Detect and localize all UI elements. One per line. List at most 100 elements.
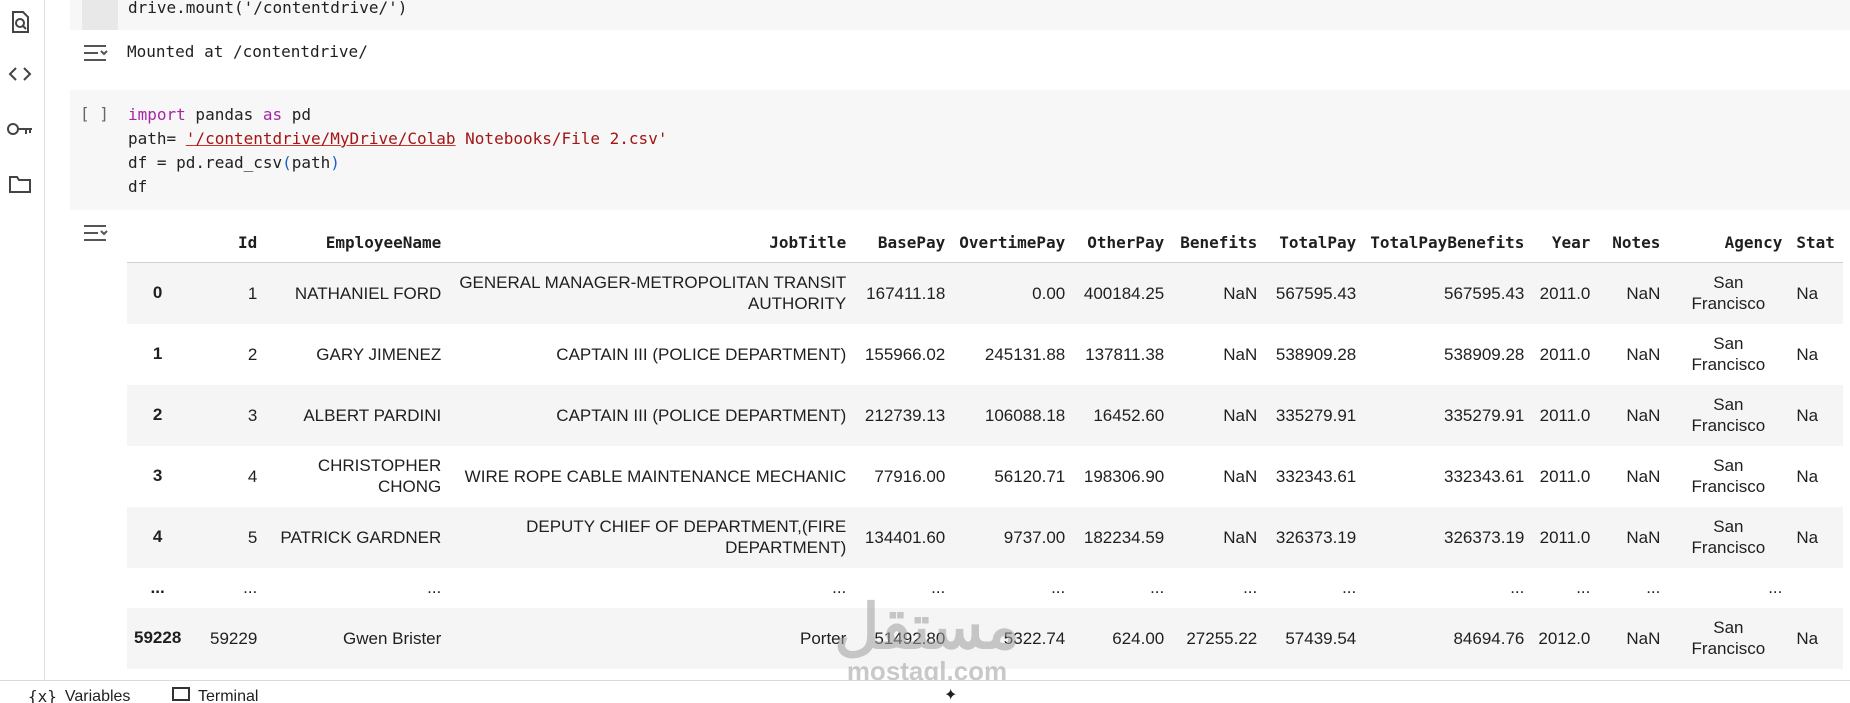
table-cell: San Francisco — [1667, 507, 1789, 568]
table-cell: ... — [1072, 568, 1171, 608]
code-line-4[interactable]: df — [128, 175, 147, 199]
table-cell: 567595.43 — [1264, 263, 1363, 324]
row-index: 1 — [127, 324, 188, 385]
column-header-otherpay: OtherPay — [1072, 222, 1171, 263]
code-line-1[interactable]: import pandas as pd — [128, 103, 311, 127]
table-cell: NaN — [1597, 507, 1667, 568]
table-cell: ... — [1597, 568, 1667, 608]
table-cell: 326373.19 — [1264, 507, 1363, 568]
variables-icon: {x} — [28, 687, 57, 703]
table-row: 12GARY JIMENEZCAPTAIN III (POLICE DEPART… — [127, 324, 1843, 385]
table-cell: GENERAL MANAGER-METROPOLITAN TRANSIT AUT… — [448, 263, 853, 324]
table-cell: GARY JIMENEZ — [264, 324, 448, 385]
table-cell: 77916.00 — [853, 446, 952, 507]
folder-icon[interactable] — [4, 168, 36, 200]
table-cell: 198306.90 — [1072, 446, 1171, 507]
row-index: ... — [127, 568, 188, 608]
table-cell: 2012.0 — [1531, 608, 1597, 669]
table-row: 45PATRICK GARDNERDEPUTY CHIEF OF DEPARTM… — [127, 507, 1843, 568]
row-index: 0 — [127, 263, 188, 324]
table-cell: 59229 — [188, 608, 264, 669]
table-cell: CAPTAIN III (POLICE DEPARTMENT) — [448, 385, 853, 446]
table-cell: 5 — [188, 507, 264, 568]
table-cell: 212739.13 — [853, 385, 952, 446]
bottom-status-bar: {x} Variables Terminal ✦ — [0, 680, 1850, 703]
code-line[interactable]: drive.mount('/contentdrive/') — [128, 0, 407, 20]
search-document-icon[interactable] — [4, 6, 36, 38]
table-cell: ... — [1363, 568, 1531, 608]
sparkle-icon[interactable]: ✦ — [944, 685, 957, 703]
table-row: 23ALBERT PARDINICAPTAIN III (POLICE DEPA… — [127, 385, 1843, 446]
table-cell: NaN — [1171, 446, 1264, 507]
row-index: 2 — [127, 385, 188, 446]
table-cell: 182234.59 — [1072, 507, 1171, 568]
table-cell: 134401.60 — [853, 507, 952, 568]
table-cell: Na — [1789, 385, 1843, 446]
table-row: 5922859229Gwen BristerPorter51492.805322… — [127, 608, 1843, 669]
table-ellipsis-row: ....................................... — [127, 568, 1843, 608]
table-cell: Porter — [448, 608, 853, 669]
left-sidebar — [0, 0, 45, 680]
table-cell: PATRICK GARDNER — [264, 507, 448, 568]
terminal-icon — [172, 687, 190, 703]
table-cell: NaN — [1171, 324, 1264, 385]
table-row: 34CHRISTOPHER CHONGWIRE ROPE CABLE MAINT… — [127, 446, 1843, 507]
table-row: 01NATHANIEL FORDGENERAL MANAGER-METROPOL… — [127, 263, 1843, 324]
table-cell: 335279.91 — [1264, 385, 1363, 446]
table-cell — [1789, 568, 1843, 608]
table-cell: 56120.71 — [952, 446, 1072, 507]
table-cell: 400184.25 — [1072, 263, 1171, 324]
table-cell: ... — [188, 568, 264, 608]
table-cell: WIRE ROPE CABLE MAINTENANCE MECHANIC — [448, 446, 853, 507]
code-line-2[interactable]: path= '/contentdrive/MyDrive/Colab Noteb… — [128, 127, 667, 151]
column-header-basepay: BasePay — [853, 222, 952, 263]
table-cell: NaN — [1597, 324, 1667, 385]
code-icon[interactable] — [4, 58, 36, 90]
terminal-label: Terminal — [198, 688, 258, 703]
column-header-totalpay: TotalPay — [1264, 222, 1363, 263]
column-header-employeename: EmployeeName — [264, 222, 448, 263]
table-cell: ... — [1264, 568, 1363, 608]
column-header-id: Id — [188, 222, 264, 263]
terminal-tab[interactable]: Terminal — [172, 687, 258, 703]
variables-label: Variables — [65, 688, 131, 703]
table-cell: San Francisco — [1667, 385, 1789, 446]
column-header-totalpaybenefits: TotalPayBenefits — [1363, 222, 1531, 263]
table-cell: NaN — [1597, 446, 1667, 507]
table-cell: 9737.00 — [952, 507, 1072, 568]
output-toggle-icon[interactable] — [82, 42, 110, 64]
column-header-notes: Notes — [1597, 222, 1667, 263]
run-cell-button[interactable]: [ ] — [80, 104, 109, 123]
table-cell: Na — [1789, 446, 1843, 507]
table-cell: 332343.61 — [1264, 446, 1363, 507]
code-cell-pandas[interactable]: [ ] import pandas as pd path= '/contentd… — [70, 90, 1850, 210]
table-cell: Na — [1789, 507, 1843, 568]
table-cell: 5322.74 — [952, 608, 1072, 669]
table-cell: Na — [1789, 324, 1843, 385]
table-cell: ... — [264, 568, 448, 608]
row-index: 4 — [127, 507, 188, 568]
index-header — [127, 222, 188, 263]
code-cell-mount[interactable]: drive.mount('/contentdrive/') — [70, 0, 1850, 30]
table-cell: NaN — [1597, 385, 1667, 446]
table-cell: ... — [952, 568, 1072, 608]
column-header-jobtitle: JobTitle — [448, 222, 853, 263]
table-cell: NaN — [1597, 608, 1667, 669]
table-cell: 84694.76 — [1363, 608, 1531, 669]
table-cell: CAPTAIN III (POLICE DEPARTMENT) — [448, 324, 853, 385]
table-cell: NaN — [1171, 263, 1264, 324]
table-cell: 3 — [188, 385, 264, 446]
table-header-row: Id EmployeeName JobTitle BasePay Overtim… — [127, 222, 1843, 263]
code-line-3[interactable]: df = pd.read_csv(path) — [128, 151, 340, 175]
table-cell: 2011.0 — [1531, 446, 1597, 507]
output-toggle-icon[interactable] — [82, 222, 110, 244]
table-cell: 335279.91 — [1363, 385, 1531, 446]
table-cell: CHRISTOPHER CHONG — [264, 446, 448, 507]
key-icon[interactable] — [4, 113, 36, 145]
table-cell: 1 — [188, 263, 264, 324]
table-cell: 106088.18 — [952, 385, 1072, 446]
table-cell: ... — [853, 568, 952, 608]
table-cell: ... — [448, 568, 853, 608]
table-cell: 326373.19 — [1363, 507, 1531, 568]
variables-tab[interactable]: {x} Variables — [28, 687, 130, 703]
